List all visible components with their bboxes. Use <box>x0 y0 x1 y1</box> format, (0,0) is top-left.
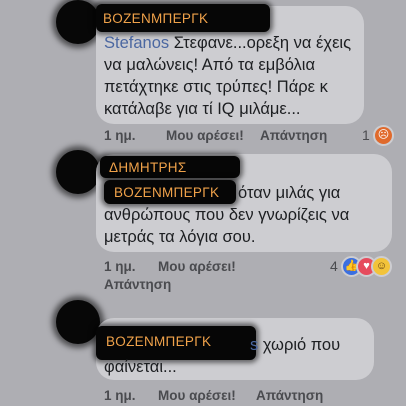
comment-author-label: ΔΗΜΗΤΡΗΣ <box>109 160 187 175</box>
comment-author-label: BOZENΜΠΕΡΓΚ <box>103 11 209 26</box>
comment-text-line: ανθρώπους που δεν γνωρίζεις να <box>104 206 350 224</box>
like-button[interactable]: Μου αρέσει! <box>166 128 244 143</box>
comment-text-line: να μαλώνεις! Από τα εμβόλια <box>104 56 316 74</box>
commenter-avatar[interactable] <box>56 150 100 194</box>
comment-text-line: όταν μιλάς για <box>238 184 341 202</box>
comment-timestamp[interactable]: 1 ημ. <box>104 259 136 274</box>
comment-text-line: χωριό που <box>262 336 341 354</box>
mentioned-user-link[interactable]: s <box>250 336 258 354</box>
comment-text-line: πετάχτηκε στις τρύπες! Πάρε κ <box>104 78 328 96</box>
reply-button[interactable]: Απάντηση <box>104 277 171 292</box>
comment-timestamp[interactable]: 1 ημ. <box>104 388 136 403</box>
angry-reaction-icon[interactable]: ☹ <box>373 125 394 146</box>
commenter-avatar[interactable] <box>56 300 100 344</box>
comment-text-line: κατάλαβε για τί IQ μιλάμε... <box>104 100 301 118</box>
reaction-count[interactable]: 4 <box>330 258 338 274</box>
reply-button[interactable]: Απάντηση <box>256 388 323 403</box>
comment-author-label: BOZENΜΠΕΡΓΚ <box>106 334 212 349</box>
comment-text-line: Στεφανε...ορεξη να έχεις <box>173 34 352 52</box>
comment-text-line: φαίνεται... <box>104 358 177 376</box>
reply-button[interactable]: Απάντηση <box>260 128 327 143</box>
reaction-count[interactable]: 1 <box>362 127 370 143</box>
mentioned-user-link[interactable]: Stefanos <box>104 34 169 52</box>
comment-text: Stefanos Στεφανε...ορεξη να έχεις <box>104 32 351 54</box>
haha-reaction-icon[interactable]: ☺ <box>371 256 392 277</box>
comment-timestamp[interactable]: 1 ημ. <box>104 128 136 143</box>
comment-text-line: μετράς τα λόγια σου. <box>104 228 256 246</box>
like-button[interactable]: Μου αρέσει! <box>158 259 236 274</box>
like-button[interactable]: Μου αρέσει! <box>158 388 236 403</box>
commenter-avatar[interactable] <box>56 0 100 44</box>
redacted-mention-label: BOZENΜΠΕΡΓΚ <box>114 185 220 200</box>
comment-text: s χωριό που <box>250 334 340 356</box>
